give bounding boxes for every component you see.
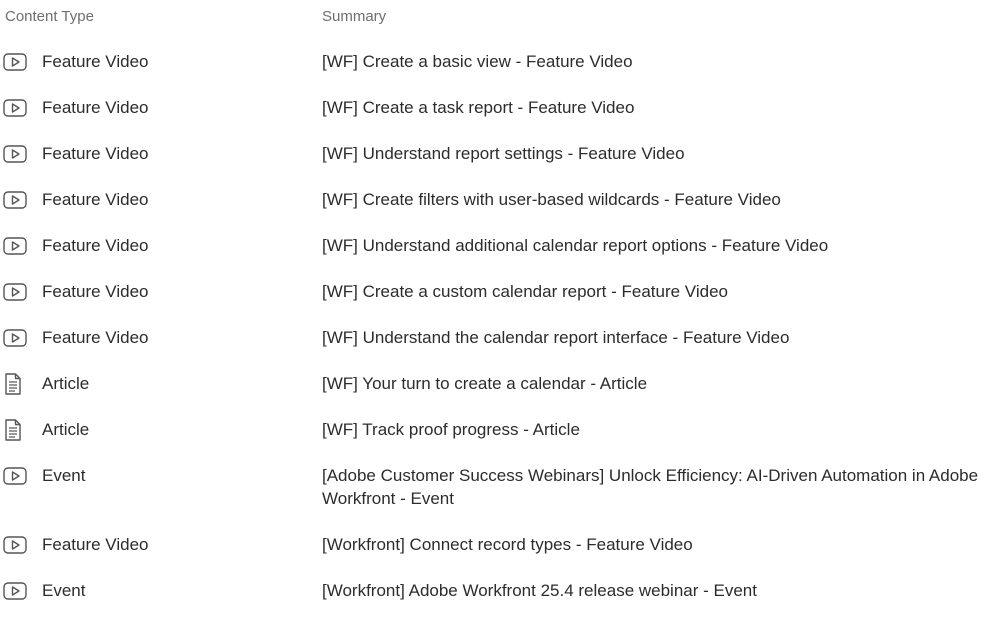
table-row[interactable]: Feature Video [WF] Create filters with u… (0, 180, 1007, 226)
document-icon (3, 418, 29, 442)
summary-link[interactable]: [WF] Create filters with user-based wild… (322, 188, 1002, 211)
content-type-label: Feature Video (42, 190, 149, 209)
table-row[interactable]: Feature Video [WF] Understand additional… (0, 226, 1007, 272)
summary-link[interactable]: [Workfront] Connect record types - Featu… (322, 533, 1002, 556)
play-icon (3, 96, 29, 120)
table-row[interactable]: Feature Video [Workfront] Connect record… (0, 525, 1007, 571)
content-type-label: Feature Video (42, 282, 149, 301)
summary-link[interactable]: [Workfront] Adobe Workfront 25.4 release… (322, 579, 1002, 602)
play-icon (3, 533, 29, 557)
table-row[interactable]: Article [WF] Your turn to create a calen… (0, 364, 1007, 410)
content-type-cell: Event (0, 579, 310, 603)
summary-link[interactable]: [WF] Understand additional calendar repo… (322, 234, 1002, 257)
play-icon (3, 234, 29, 258)
content-type-cell: Article (0, 418, 310, 442)
content-type-label: Feature Video (42, 98, 149, 117)
content-table: Content Type Summary Feature Video [WF] … (0, 0, 1007, 615)
content-type-cell: Feature Video (0, 50, 310, 74)
content-type-label: Feature Video (42, 52, 149, 71)
table-row[interactable]: Feature Video [WF] Understand the calend… (0, 318, 1007, 364)
content-type-cell: Feature Video (0, 96, 310, 120)
content-type-cell: Article (0, 372, 310, 396)
column-header-content-type[interactable]: Content Type (5, 8, 94, 25)
content-type-label: Feature Video (42, 328, 149, 347)
document-icon (3, 372, 29, 396)
summary-link[interactable]: [WF] Track proof progress - Article (322, 418, 1002, 441)
summary-link[interactable]: [Adobe Customer Success Webinars] Unlock… (322, 464, 1002, 510)
play-icon (3, 464, 29, 488)
play-icon (3, 326, 29, 350)
play-icon (3, 188, 29, 212)
content-type-cell: Feature Video (0, 234, 310, 258)
table-row[interactable]: Feature Video [WF] Create a basic view -… (0, 42, 1007, 88)
table-row[interactable]: Feature Video [WF] Create a custom calen… (0, 272, 1007, 318)
content-type-label: Event (42, 466, 86, 485)
play-icon (3, 579, 29, 603)
content-type-label: Feature Video (42, 535, 149, 554)
table-row[interactable]: Event [Workfront] Adobe Workfront 25.4 r… (0, 571, 1007, 617)
summary-link[interactable]: [WF] Understand the calendar report inte… (322, 326, 1002, 349)
table-row[interactable]: Event [Adobe Customer Success Webinars] … (0, 456, 1007, 525)
summary-link[interactable]: [WF] Create a basic view - Feature Video (322, 50, 1002, 73)
summary-link[interactable]: [WF] Understand report settings - Featur… (322, 142, 1002, 165)
table-header: Content Type Summary (0, 0, 1007, 36)
content-type-cell: Feature Video (0, 280, 310, 304)
content-type-cell: Feature Video (0, 326, 310, 350)
content-type-label: Article (42, 374, 90, 393)
content-type-cell: Feature Video (0, 188, 310, 212)
summary-link[interactable]: [WF] Create a task report - Feature Vide… (322, 96, 1002, 119)
summary-link[interactable]: [WF] Create a custom calendar report - F… (322, 280, 1002, 303)
table-row[interactable]: Article [WF] Track proof progress - Arti… (0, 410, 1007, 456)
content-type-label: Feature Video (42, 236, 149, 255)
table-body: Feature Video [WF] Create a basic view -… (0, 42, 1007, 617)
summary-link[interactable]: [WF] Your turn to create a calendar - Ar… (322, 372, 1002, 395)
table-row[interactable]: Feature Video [WF] Understand report set… (0, 134, 1007, 180)
column-header-summary[interactable]: Summary (322, 8, 386, 25)
play-icon (3, 50, 29, 74)
content-type-cell: Event (0, 464, 310, 488)
content-type-cell: Feature Video (0, 142, 310, 166)
content-type-label: Event (42, 581, 86, 600)
play-icon (3, 142, 29, 166)
play-icon (3, 280, 29, 304)
content-type-label: Feature Video (42, 144, 149, 163)
content-type-label: Article (42, 420, 90, 439)
table-row[interactable]: Feature Video [WF] Create a task report … (0, 88, 1007, 134)
content-type-cell: Feature Video (0, 533, 310, 557)
